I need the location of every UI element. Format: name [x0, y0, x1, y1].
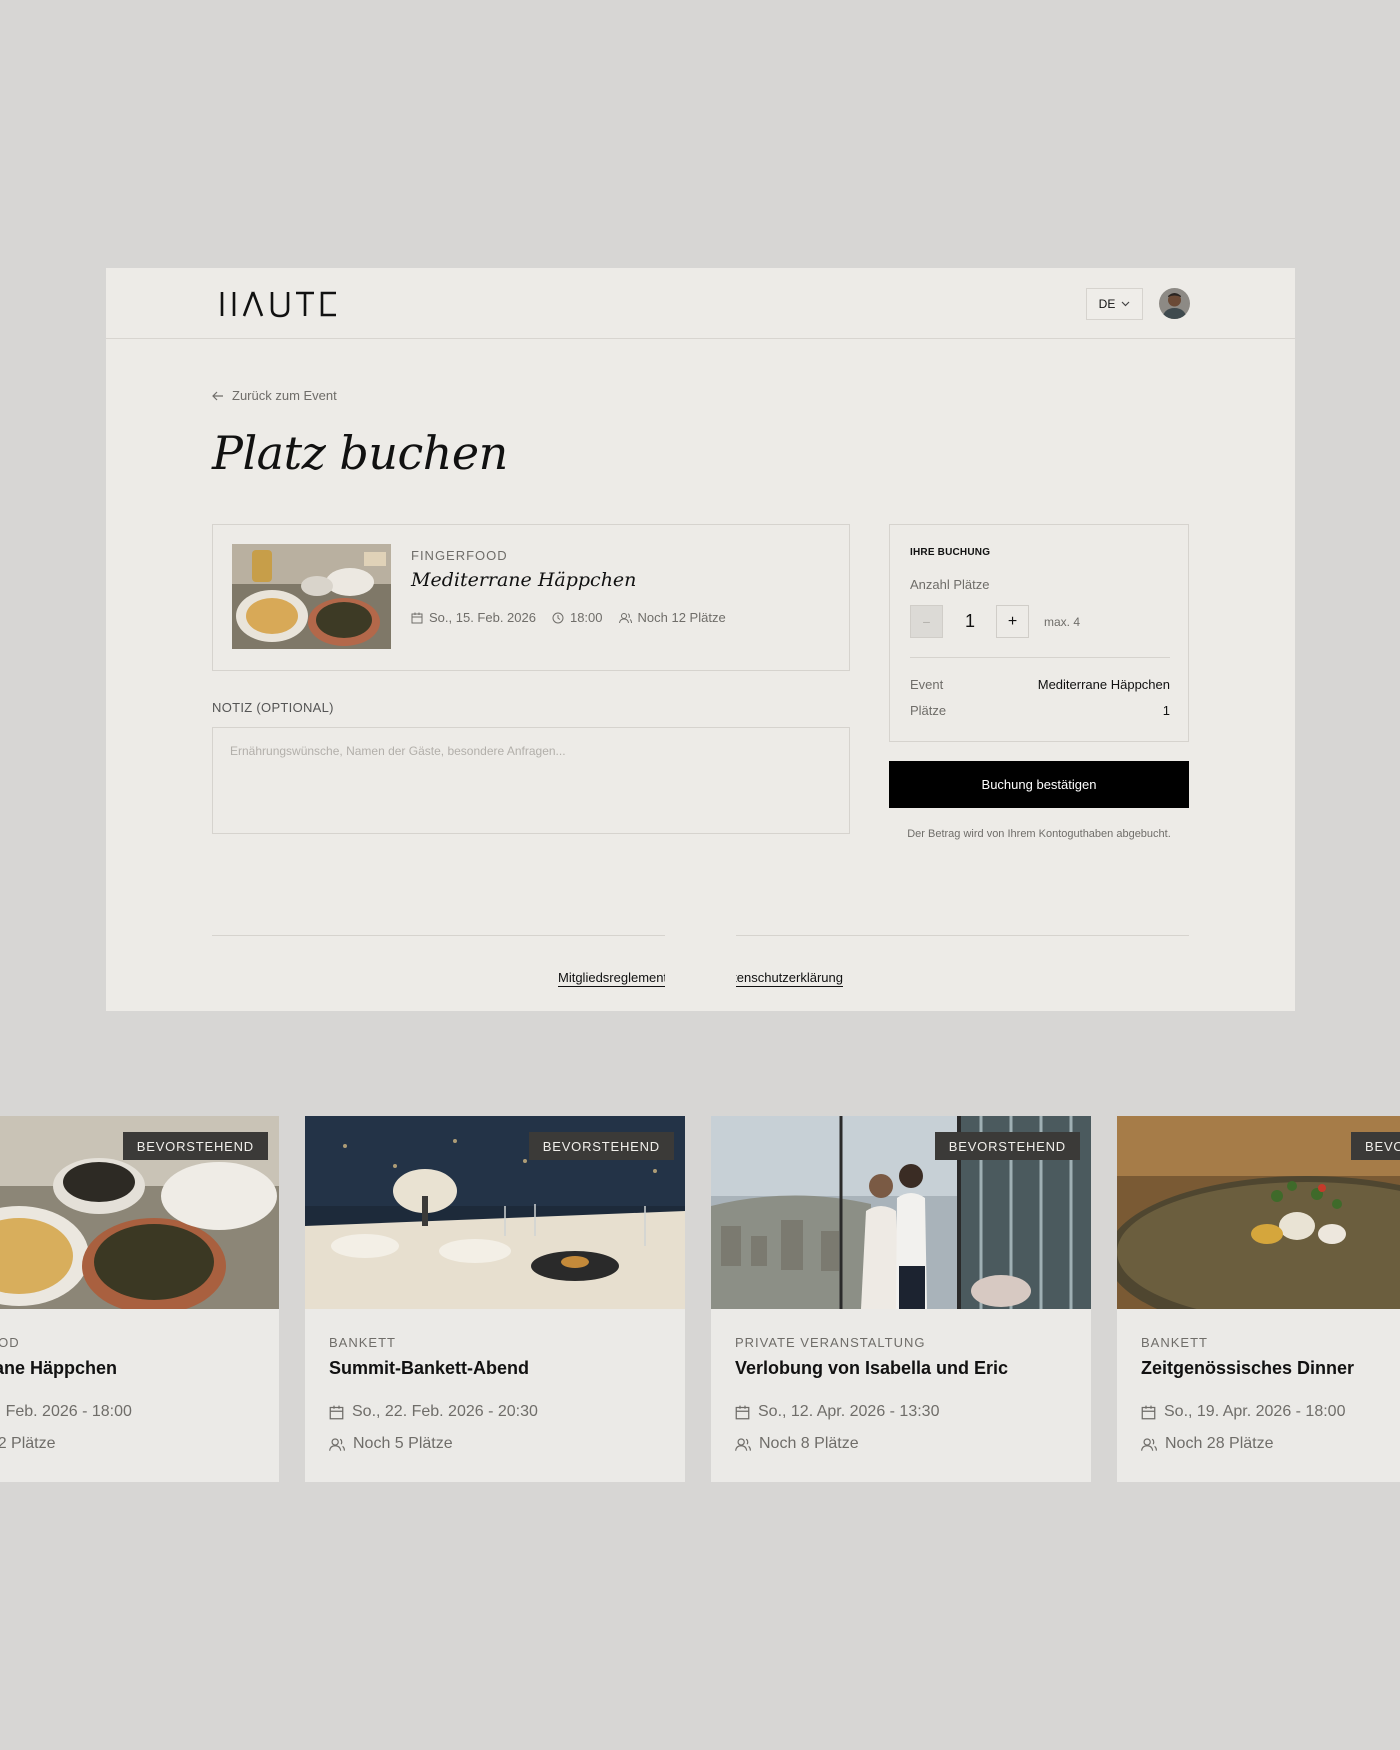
event-card-date: So., 19. Apr. 2026 - 18:00 [1141, 1403, 1345, 1421]
event-card-date: So., 22. Feb. 2026 - 20:30 [329, 1403, 538, 1421]
event-card-title: Mediterrane Häppchen [0, 1358, 118, 1378]
summary-row-key: Event [910, 677, 944, 692]
haute-logo[interactable] [220, 290, 338, 318]
top-bar: DE [106, 268, 1295, 339]
event-image [232, 544, 391, 649]
clock-icon [552, 612, 564, 623]
event-card-date: So., 15. Feb. 2026 - 18:00 [0, 1403, 132, 1421]
calendar-icon [411, 612, 423, 623]
event-card[interactable]: BEVORSTEHEND PRIVATE VERANSTALTUNG Verlo… [711, 1116, 1091, 1482]
seat-count-value: 1 [964, 611, 975, 631]
summary-row-event: Event Mediterrane Häppchen [910, 677, 1170, 692]
event-category: FINGERFOOD [411, 548, 508, 563]
event-card-image: BEVORSTEHEND [0, 1116, 279, 1309]
max-seats-hint: max. 4 [1044, 615, 1081, 629]
payment-hint: Der Betrag wird von Ihrem Kontoguthaben … [907, 828, 1171, 840]
event-card-image: BEVORSTEHEND [711, 1116, 1091, 1309]
event-time: 18:00 [552, 610, 603, 625]
haute-logo-mark [220, 291, 336, 318]
avatar[interactable] [1159, 288, 1190, 319]
language-selector[interactable]: DE [1086, 288, 1143, 320]
event-card-seats: Noch 8 Plätze [735, 1435, 859, 1453]
event-card-seats: Noch 28 Plätze [1141, 1435, 1274, 1453]
event-card-date: So., 12. Apr. 2026 - 13:30 [735, 1403, 939, 1421]
note-label: NOTIZ (OPTIONAL) [212, 700, 334, 715]
event-card-date-text: So., 15. Feb. 2026 - 18:00 [0, 1403, 132, 1420]
user-avatar-image [1159, 288, 1190, 319]
calendar-icon [735, 1405, 750, 1419]
event-card-image: BEVORSTEHEND [305, 1116, 685, 1309]
membership-rules-link[interactable]: Mitgliedsreglement [558, 970, 665, 987]
summary-row-seats: Plätze 1 [910, 703, 1170, 718]
event-carousel: BEVORSTEHEND FINGERFOOD Mediterrane Häpp… [0, 1116, 1400, 1482]
event-seats-text: Noch 12 Plätze [637, 610, 726, 625]
increment-button[interactable]: + [996, 605, 1029, 638]
confirm-booking-button[interactable]: Buchung bestätigen [889, 761, 1189, 808]
chevron-down-icon [1121, 301, 1130, 307]
event-card-category: FINGERFOOD [0, 1335, 20, 1350]
calendar-icon [329, 1405, 344, 1419]
users-icon [329, 1437, 345, 1451]
privacy-policy-label: Datenschutzerklärung [736, 970, 843, 985]
status-badge: BEVORSTEHEND [528, 1132, 674, 1160]
event-summary-card: FINGERFOOD Mediterrane Häppchen So., 15.… [212, 524, 850, 671]
event-card-title: Verlobung von Isabella und Eric [735, 1358, 1009, 1378]
note-textarea[interactable] [212, 727, 850, 834]
event-card-date-text: So., 22. Feb. 2026 - 20:30 [352, 1403, 538, 1420]
event-card-seats-text: Noch 28 Plätze [1165, 1435, 1274, 1452]
footer-divider-left [212, 935, 665, 936]
page-title: Platz buchen [212, 426, 508, 480]
booking-summary-panel: IHRE BUCHUNG Anzahl Plätze − 1 + max. 4 … [889, 524, 1189, 742]
membership-rules-label: Mitgliedsreglement [558, 970, 665, 985]
event-card-seats: Noch 12 Plätze [0, 1435, 56, 1453]
event-card-category: BANKETT [329, 1335, 396, 1350]
event-card-title: Zeitgenössisches Dinner [1141, 1358, 1355, 1378]
event-card[interactable]: BEVORSTEHEND BANKETT Summit-Bankett-Aben… [305, 1116, 685, 1482]
event-meta: So., 15. Feb. 2026 18:00 Noch 12 Plätze [411, 610, 726, 625]
event-card-seats-text: Noch 5 Plätze [353, 1435, 453, 1452]
status-badge: BEVORSTEHEND [122, 1132, 268, 1160]
seat-count-label: Anzahl Plätze [910, 577, 990, 592]
event-seats: Noch 12 Plätze [618, 610, 726, 625]
event-title: Mediterrane Häppchen [411, 569, 637, 591]
calendar-icon [1141, 1405, 1156, 1419]
booking-window: DE Zurück zum Event Platz buchen FINGERF… [106, 268, 1295, 1011]
event-card-date-text: So., 19. Apr. 2026 - 18:00 [1164, 1403, 1346, 1420]
status-badge: BEVORSTEHEND [934, 1132, 1080, 1160]
event-card-category: PRIVATE VERANSTALTUNG [735, 1335, 926, 1350]
event-card-image: BEVORSTEHEND [1117, 1116, 1400, 1309]
language-label: DE [1098, 297, 1116, 311]
event-card[interactable]: BEVORSTEHEND FINGERFOOD Mediterrane Häpp… [0, 1116, 279, 1482]
event-card-title: Summit-Bankett-Abend [329, 1358, 530, 1378]
privacy-policy-link[interactable]: Datenschutzerklärung [736, 970, 843, 987]
event-card-seats-text: Noch 8 Plätze [759, 1435, 859, 1452]
summary-row-value: Mediterrane Häppchen [1037, 677, 1170, 692]
users-icon [735, 1437, 751, 1451]
event-card-date-text: So., 12. Apr. 2026 - 13:30 [758, 1403, 940, 1420]
event-date-text: So., 15. Feb. 2026 [429, 610, 536, 625]
summary-row-value: 1 [1162, 703, 1170, 718]
footer-divider-right [736, 935, 1189, 936]
summary-divider [910, 657, 1170, 658]
event-time-text: 18:00 [569, 610, 603, 625]
status-badge: BEVORSTEHEND [1351, 1132, 1400, 1160]
decrement-button[interactable]: − [910, 605, 943, 638]
event-card-seats-text: Noch 12 Plätze [0, 1435, 56, 1452]
back-label: Zurück zum Event [232, 388, 337, 403]
users-icon [1141, 1437, 1157, 1451]
back-to-event-link[interactable]: Zurück zum Event [212, 388, 337, 403]
event-card-seats: Noch 5 Plätze [329, 1435, 453, 1453]
summary-heading: IHRE BUCHUNG [910, 547, 991, 558]
event-card[interactable]: BEVORSTEHEND BANKETT Zeitgenössisches Di… [1117, 1116, 1400, 1482]
event-date: So., 15. Feb. 2026 [411, 610, 536, 625]
summary-row-key: Plätze [910, 703, 947, 718]
arrow-left-icon [212, 391, 223, 400]
event-card-category: BANKETT [1141, 1335, 1208, 1350]
users-icon [618, 612, 632, 623]
